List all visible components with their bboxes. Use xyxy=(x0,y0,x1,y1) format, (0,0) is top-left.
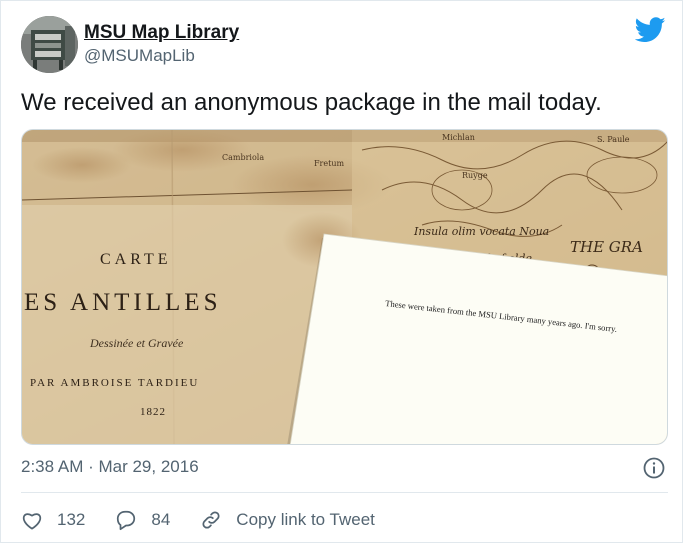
map-author: PAR AMBROISE TARDIEU xyxy=(30,377,199,389)
tweet-card: MSU Map Library @MSUMapLib We received a… xyxy=(0,0,683,543)
tweet-timestamp[interactable]: 2:38 AM · Mar 29, 2016 xyxy=(21,457,199,477)
reply-bubble-icon xyxy=(117,510,136,531)
tweet-photo[interactable]: Michlan S. Paule Ruyge Cambriola Fretum … xyxy=(21,129,668,445)
info-icon[interactable] xyxy=(642,456,666,480)
map-label-paule: S. Paule xyxy=(597,135,630,144)
like-count: 132 xyxy=(57,510,86,529)
avatar[interactable] xyxy=(21,16,78,73)
tweet-text: We received an anonymous package in the … xyxy=(21,89,602,116)
map-year: 1822 xyxy=(140,406,166,418)
map-label-michlan: Michlan xyxy=(442,133,475,142)
map-title: CARTE xyxy=(100,251,171,268)
user-handle[interactable]: @MSUMapLib xyxy=(84,46,195,66)
link-icon xyxy=(202,511,220,529)
copy-link-button[interactable]: Copy link to Tweet xyxy=(200,509,375,531)
map-label-cambriola: Cambriola xyxy=(222,153,264,162)
action-bar: 132 84 Copy link to Tweet xyxy=(21,507,405,533)
map-subtitle: ES ANTILLES xyxy=(24,289,221,316)
like-button[interactable]: 132 xyxy=(21,510,85,530)
map-label-insula: Insula olim vocata Noua xyxy=(413,225,549,238)
heart-icon xyxy=(22,513,42,530)
map-label-ruyge: Ruyge xyxy=(462,171,488,180)
map-label-fretum: Fretum xyxy=(314,159,344,168)
copy-link-label: Copy link to Tweet xyxy=(236,510,375,529)
display-name[interactable]: MSU Map Library xyxy=(84,22,239,44)
reply-count: 84 xyxy=(151,510,171,529)
map-engraved: Dessinée et Gravée xyxy=(89,336,184,350)
map-label-great: THE GRA xyxy=(570,238,643,256)
divider xyxy=(21,492,668,493)
reply-button[interactable]: 84 xyxy=(115,509,170,531)
twitter-bird-icon[interactable] xyxy=(635,17,666,43)
